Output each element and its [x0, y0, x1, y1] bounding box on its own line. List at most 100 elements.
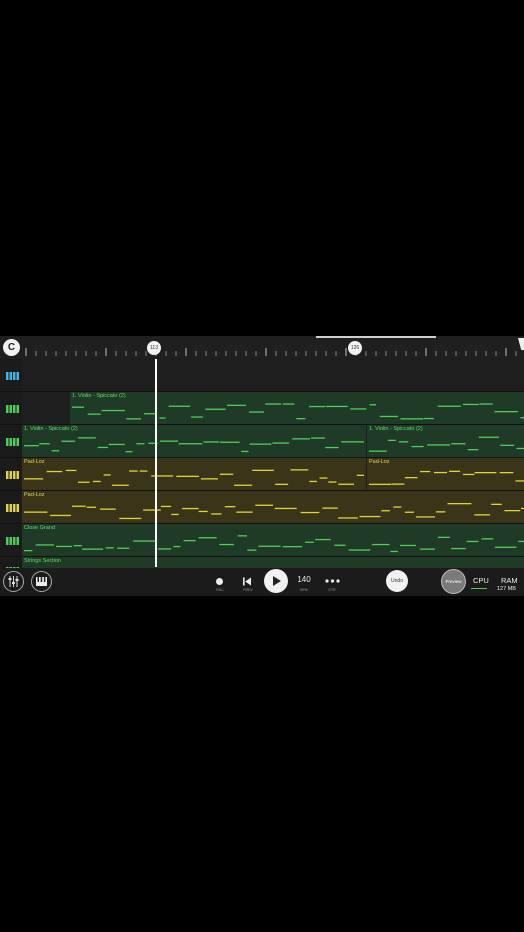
- midi-note: [309, 480, 317, 483]
- midi-clip[interactable]: 1. Violin - Spiccato (2): [70, 392, 524, 424]
- midi-note: [292, 438, 310, 440]
- midi-note: [168, 405, 191, 407]
- track-lane[interactable]: 1. Violin - Spiccato (2): [22, 392, 524, 424]
- midi-note: [393, 506, 402, 508]
- undo-button[interactable]: Undo: [386, 570, 408, 592]
- midi-clip[interactable]: Pad-Loz: [22, 458, 366, 490]
- track-row[interactable]: [0, 359, 524, 392]
- piano-roll-button[interactable]: [31, 571, 52, 592]
- more-options-icon[interactable]: [325, 579, 340, 583]
- midi-note: [241, 450, 249, 453]
- track-lane[interactable]: [22, 359, 524, 391]
- midi-note: [398, 441, 409, 443]
- midi-note: [500, 444, 515, 446]
- midi-note: [93, 480, 101, 483]
- midi-note: [462, 403, 479, 406]
- midi-note: [248, 411, 264, 413]
- midi-note: [136, 443, 145, 445]
- midi-clip[interactable]: Pad-Loz: [22, 491, 524, 523]
- clip-notes: [24, 503, 524, 520]
- midi-note: [325, 405, 348, 408]
- midi-note: [369, 404, 376, 406]
- midi-clip[interactable]: Strings Section: [22, 557, 524, 568]
- midi-note: [369, 483, 391, 485]
- clip-label: Strings Section: [24, 558, 61, 564]
- timeline-ruler[interactable]: C 113 126: [0, 336, 524, 359]
- mixer-icon: [8, 576, 19, 587]
- midi-note: [282, 546, 303, 548]
- midi-note: [499, 472, 514, 474]
- midi-clip[interactable]: 1. Violin - Spiccato (2): [22, 425, 366, 457]
- green-instrument-icon[interactable]: [2, 401, 22, 417]
- midi-note: [518, 540, 524, 543]
- midi-note: [359, 515, 381, 518]
- timeline-marker[interactable]: 113: [147, 341, 161, 355]
- midi-note: [437, 405, 461, 407]
- midi-note: [111, 484, 129, 486]
- yellow-instrument-icon[interactable]: [2, 500, 22, 516]
- track-lane[interactable]: Pad-Loz: [22, 491, 524, 523]
- midi-note: [350, 408, 367, 410]
- play-button[interactable]: [264, 569, 288, 593]
- playhead[interactable]: [155, 359, 157, 567]
- midi-clip[interactable]: 1. Violin - Spiccato (2): [367, 425, 524, 457]
- midi-note: [474, 514, 490, 516]
- track-lane[interactable]: Close Grand: [22, 524, 524, 556]
- midi-note: [211, 513, 222, 515]
- midi-note: [237, 535, 247, 537]
- midi-note: [427, 444, 451, 446]
- track-row[interactable]: Pad-Loz Pad-Loz: [0, 458, 524, 491]
- ram-value: 127 MB: [497, 586, 516, 592]
- midi-note: [447, 503, 472, 505]
- midi-note: [467, 449, 479, 451]
- track-row[interactable]: Close Grand: [0, 524, 524, 557]
- midi-note: [72, 505, 86, 507]
- app-logo-button[interactable]: C: [3, 339, 20, 356]
- midi-clip[interactable]: Pad-Loz: [367, 458, 524, 490]
- record-button[interactable]: [216, 578, 223, 585]
- track-lane[interactable]: 1. Violin - Spiccato (2) 1. Violin - Spi…: [22, 425, 524, 457]
- clip-notes: [72, 403, 524, 420]
- midi-note: [420, 470, 431, 473]
- midi-note: [387, 439, 396, 441]
- midi-note: [117, 547, 130, 549]
- midi-note: [139, 470, 148, 472]
- previous-icon[interactable]: [242, 577, 252, 586]
- track-row[interactable]: Pad-Loz: [0, 491, 524, 524]
- cpu-label: CPU: [473, 576, 489, 585]
- track-row[interactable]: 1. Violin - Spiccato (2) 1. Violin - Spi…: [0, 425, 524, 458]
- midi-note: [338, 517, 358, 519]
- midi-note: [143, 509, 161, 511]
- mixer-button[interactable]: [3, 571, 24, 592]
- tempo-value[interactable]: 140: [294, 575, 314, 584]
- midi-clip[interactable]: Close Grand: [22, 524, 524, 556]
- midi-note: [258, 545, 281, 547]
- midi-note: [61, 440, 75, 442]
- record-label: REC: [216, 588, 224, 592]
- midi-note: [39, 443, 50, 445]
- midi-note: [463, 473, 475, 476]
- preview-button[interactable]: Preview: [441, 569, 466, 594]
- midi-note: [220, 473, 234, 475]
- midi-note: [191, 416, 203, 418]
- midi-note: [24, 511, 48, 513]
- track-row[interactable]: Strings Section: [0, 557, 524, 575]
- midi-note: [176, 475, 199, 477]
- timeline-marker[interactable]: 126: [348, 341, 362, 355]
- midi-note: [236, 511, 253, 513]
- blue-instrument-icon[interactable]: [2, 368, 22, 384]
- midi-note: [65, 469, 77, 472]
- track-lane[interactable]: Strings Section: [22, 557, 524, 568]
- midi-note: [315, 538, 331, 541]
- clip-notes: [24, 437, 364, 453]
- track-row[interactable]: 1. Violin - Spiccato (2): [0, 392, 524, 425]
- midi-note: [119, 517, 142, 520]
- horizontal-scrollbar[interactable]: [316, 336, 436, 338]
- track-lane[interactable]: Pad-Loz Pad-Loz: [22, 458, 524, 490]
- green-instrument-icon[interactable]: [2, 533, 22, 549]
- yellow-instrument-icon[interactable]: [2, 467, 22, 483]
- green-instrument-icon[interactable]: [2, 434, 22, 450]
- midi-note: [515, 480, 524, 482]
- previous-label: PREV: [243, 588, 253, 592]
- track-area[interactable]: 1. Violin - Spiccato (2) 1. Violin - Spi…: [0, 359, 524, 575]
